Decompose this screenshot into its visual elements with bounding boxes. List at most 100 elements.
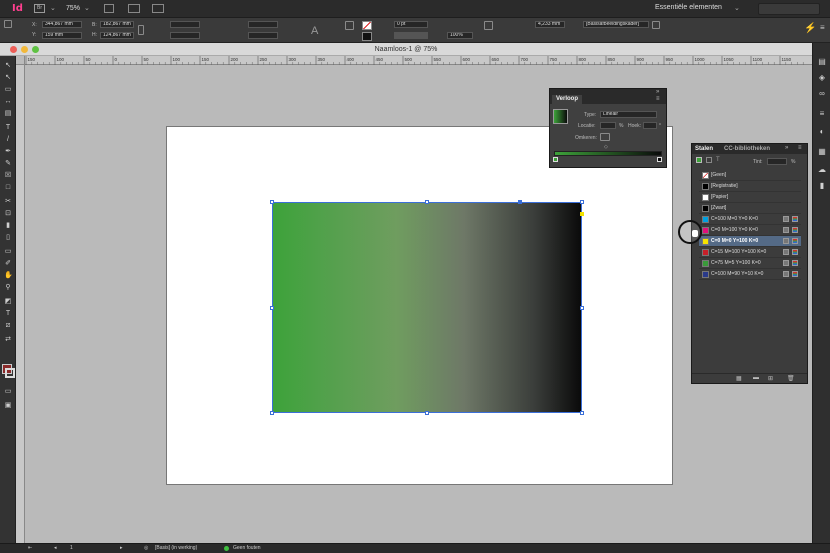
rotation-field[interactable]	[248, 21, 278, 28]
rectangle-tool-icon[interactable]: □	[4, 184, 12, 191]
opacity-field[interactable]: 100%	[447, 32, 473, 39]
gradient-panel-header[interactable]: Verloop » ≡	[550, 89, 666, 104]
object-style-field[interactable]: [Basisafbeeldingskader]	[583, 21, 649, 28]
zoom-level[interactable]: 75%	[66, 5, 80, 12]
tint-field[interactable]	[767, 158, 787, 165]
x-field[interactable]: 344,867 mm	[42, 21, 82, 28]
delete-swatch-icon[interactable]: 🗑	[787, 375, 795, 382]
panel-menu-icon[interactable]: ≡	[656, 96, 660, 102]
gradient-type-select[interactable]: Lineair	[600, 111, 657, 118]
fill-none-icon[interactable]	[362, 21, 372, 30]
height-field[interactable]: 124,867 mm	[100, 32, 134, 39]
screen-mode-icon[interactable]	[128, 4, 140, 13]
frame-edge-marker[interactable]	[518, 200, 522, 204]
pencil-tool-icon[interactable]: ✎	[4, 160, 12, 167]
bridge-button[interactable]: Br	[34, 4, 45, 13]
object-style-options-icon[interactable]	[652, 21, 660, 29]
apply-none-icon[interactable]: ⧄	[4, 322, 12, 329]
next-page-icon[interactable]: ▸	[120, 545, 123, 551]
constrain-proportions-icon[interactable]	[138, 25, 144, 35]
stroke-type-field[interactable]	[394, 32, 428, 39]
width-field[interactable]: 182,867 mm	[100, 21, 134, 28]
reverse-gradient-icon[interactable]	[600, 133, 610, 141]
pen-tool-icon[interactable]: ✒	[4, 148, 12, 155]
arrange-documents-icon[interactable]	[152, 4, 164, 13]
scale-x-field[interactable]	[170, 21, 200, 28]
handle-top-center[interactable]	[425, 200, 429, 204]
swatch-row[interactable]: [Papier]	[699, 192, 801, 203]
layers-panel-icon[interactable]: ◈	[817, 73, 827, 82]
pages-panel-icon[interactable]: ▤	[817, 57, 827, 66]
handle-middle-left[interactable]	[270, 306, 274, 310]
gradient-swatch-tool-icon[interactable]: ▮	[4, 222, 12, 229]
vertical-ruler[interactable]	[16, 65, 25, 543]
view-options-icon[interactable]	[104, 4, 114, 13]
stroke-panel-icon[interactable]: ≡	[817, 109, 827, 118]
swatch-row-selected[interactable]: C=0 M=0 Y=100 K=0	[699, 236, 801, 247]
color-panel-icon[interactable]: ◐	[817, 127, 827, 136]
handle-bottom-right[interactable]	[580, 411, 584, 415]
formatting-text-icon[interactable]: T	[716, 157, 720, 163]
swatch-row[interactable]: C=15 M=100 Y=100 K=0	[699, 247, 801, 258]
panel-menu-icon[interactable]: ≡	[820, 23, 825, 32]
handle-middle-right[interactable]	[580, 306, 584, 310]
hand-tool-icon[interactable]: ✋	[4, 272, 13, 279]
direct-selection-tool-icon[interactable]: ↖	[4, 74, 12, 81]
tab-cc-libraries[interactable]: CC-bibliotheken	[724, 146, 770, 152]
handle-top-left[interactable]	[270, 200, 274, 204]
reference-point-icon[interactable]	[4, 20, 12, 28]
gradient-ramp[interactable]	[554, 151, 662, 156]
swap-fill-stroke-icon[interactable]: ⇄	[4, 336, 12, 343]
eyedropper-tool-icon[interactable]: ✐	[4, 260, 12, 267]
preview-mode-icon[interactable]: ▣	[4, 402, 12, 409]
fill-proxy-icon[interactable]	[696, 157, 702, 163]
ruler-origin[interactable]	[16, 56, 25, 65]
measure-field[interactable]: 4,233 mm	[535, 21, 565, 28]
gap-tool-icon[interactable]: ↔	[4, 98, 12, 105]
zoom-tool-icon[interactable]: ⚲	[4, 284, 12, 291]
swatch-row[interactable]: [Geen]	[699, 170, 801, 181]
text-wrap-icon[interactable]: A	[311, 25, 318, 37]
scale-y-field[interactable]	[170, 32, 200, 39]
note-tool-icon[interactable]: ▭	[4, 248, 12, 255]
midpoint-marker-icon[interactable]: ◇	[604, 144, 608, 150]
in-port-marker[interactable]	[580, 212, 584, 216]
angle-field[interactable]	[643, 122, 657, 129]
formatting-affects-container-icon[interactable]: T	[4, 310, 12, 317]
previous-page-icon[interactable]: ◂	[54, 545, 57, 551]
show-all-swatches-icon[interactable]: ▦	[736, 375, 742, 382]
handle-bottom-center[interactable]	[425, 411, 429, 415]
stroke-weight-field[interactable]: 0 pt	[394, 21, 428, 28]
bridge-chevron-icon[interactable]: ⌄	[50, 4, 56, 12]
gradient-preview-swatch[interactable]	[553, 109, 568, 124]
cc-libraries-panel-icon[interactable]: ☁	[817, 165, 827, 174]
page-number[interactable]: 1	[70, 545, 73, 551]
tab-swatches[interactable]: Stalen	[695, 146, 713, 152]
workspace-chevron-icon[interactable]: ⌄	[734, 4, 740, 12]
swatch-row[interactable]: C=100 M=90 Y=10 K=0	[699, 269, 801, 280]
swatch-row[interactable]: C=75 M=5 Y=100 K=0	[699, 258, 801, 269]
normal-view-icon[interactable]: ▭	[4, 388, 12, 395]
workspace-switcher[interactable]: Essentiële elementen	[655, 4, 722, 11]
gradient-stop-end[interactable]	[657, 157, 662, 162]
first-page-icon[interactable]: ⇤	[28, 545, 32, 551]
new-color-group-icon[interactable]: ▬	[753, 375, 759, 381]
handle-top-right[interactable]	[580, 200, 584, 204]
new-swatch-icon[interactable]: ⊞	[768, 375, 773, 382]
stroke-color-icon[interactable]	[362, 32, 372, 41]
page-tool-icon[interactable]: ▭	[4, 86, 12, 93]
gradient-panel-icon[interactable]: ▮	[817, 181, 827, 190]
shear-field[interactable]	[248, 32, 278, 39]
zoom-chevron-icon[interactable]: ⌄	[84, 4, 90, 12]
stroke-swatch[interactable]	[5, 368, 15, 378]
handle-bottom-left[interactable]	[270, 411, 274, 415]
swatch-row[interactable]: C=100 M=0 Y=0 K=0	[699, 214, 801, 225]
line-tool-icon[interactable]: /	[4, 136, 12, 143]
swatch-row[interactable]: [Zwart]	[699, 203, 801, 214]
horizontal-ruler[interactable]: 150 100 50 0 50 100 150 200 250 300 350 400 450 500 55…	[16, 56, 812, 65]
gradient-stop-start[interactable]	[553, 157, 558, 162]
gradient-rectangle[interactable]	[272, 202, 582, 413]
lightning-icon[interactable]: ⚡	[804, 23, 816, 34]
links-panel-icon[interactable]: ∞	[817, 89, 827, 98]
panel-collapse-icon[interactable]: »	[656, 89, 659, 95]
